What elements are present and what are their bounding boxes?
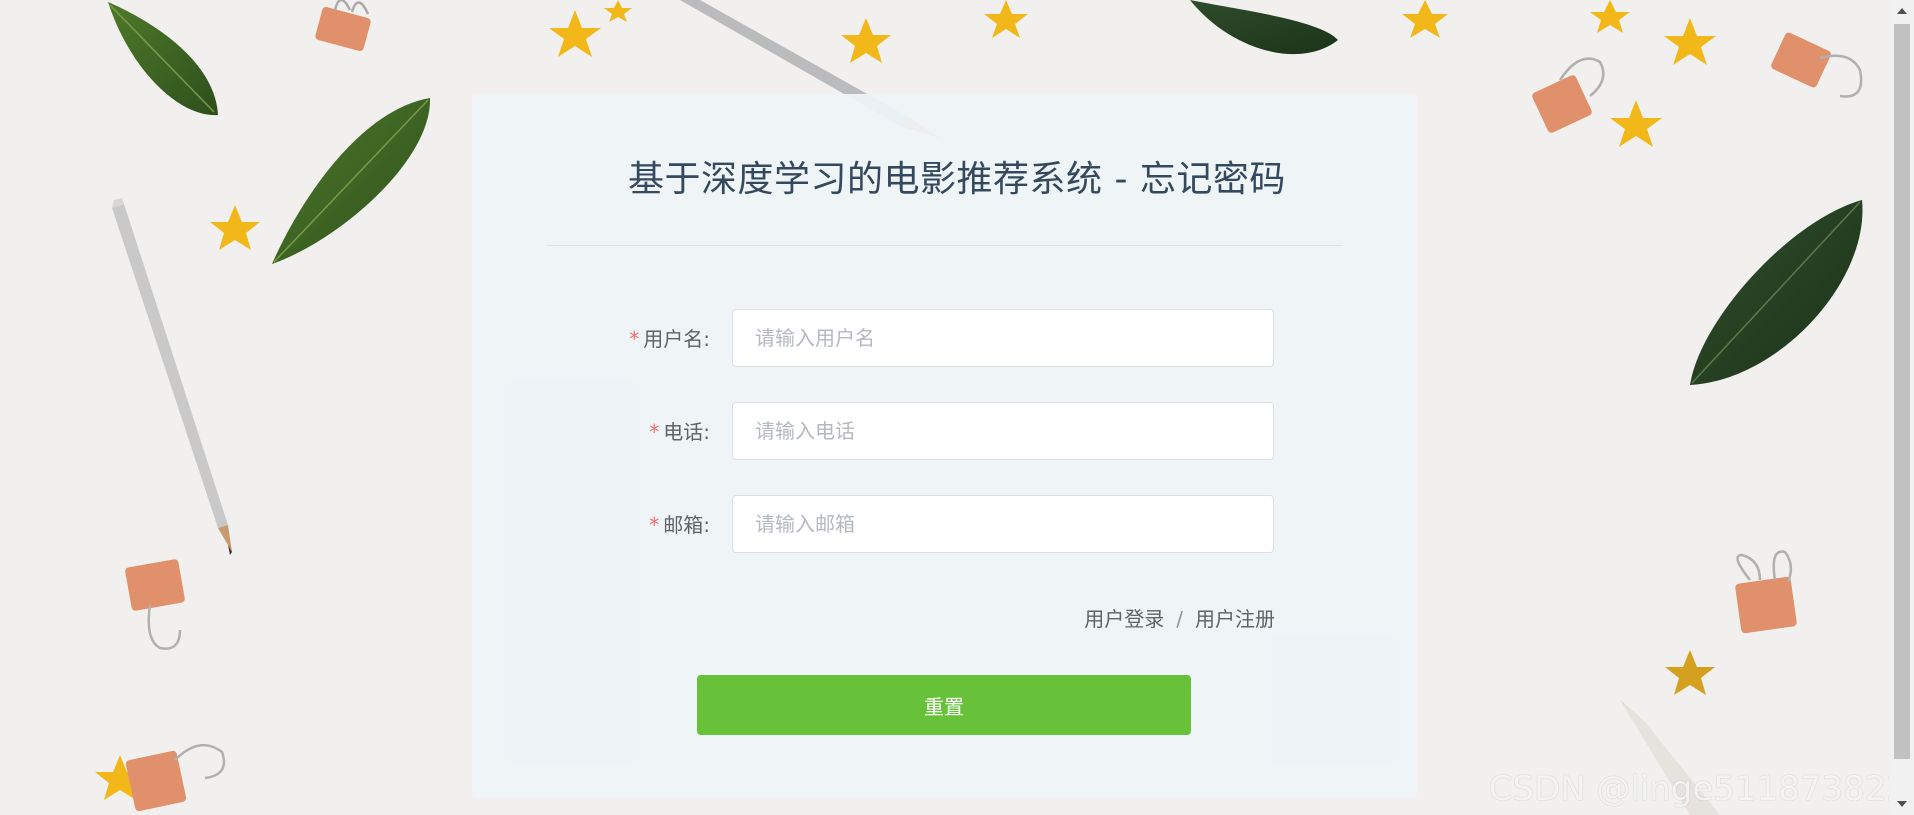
paper-clip-icon [315, 0, 371, 51]
username-label-text: 用户名: [643, 327, 710, 351]
pencil-icon [112, 198, 232, 555]
page-title: 基于深度学习的电影推荐系统 - 忘记密码 [628, 159, 1286, 200]
scrollbar-thumb[interactable] [1894, 24, 1910, 759]
vertical-scrollbar[interactable] [1890, 0, 1914, 815]
email-input[interactable] [732, 495, 1274, 553]
phone-input[interactable] [732, 402, 1274, 460]
scroll-down-icon[interactable] [1897, 801, 1907, 807]
username-input[interactable] [732, 309, 1274, 367]
link-separator: / [1176, 607, 1183, 631]
email-label-text: 邮箱: [663, 513, 710, 537]
phone-label: * 电话: [580, 402, 710, 462]
login-link[interactable]: 用户登录 [1084, 607, 1164, 631]
leaf-icon [108, 2, 218, 116]
paper-clip-icon [1771, 32, 1863, 98]
username-row: * 用户名: [580, 309, 1275, 369]
username-label: * 用户名: [580, 309, 710, 369]
paper-clip-icon [1735, 550, 1797, 634]
paper-clip-icon [125, 743, 226, 812]
scroll-up-icon[interactable] [1897, 8, 1907, 14]
email-row: * 邮箱: [580, 495, 1275, 555]
phone-row: * 电话: [580, 402, 1275, 462]
title-divider [547, 245, 1343, 246]
required-mark: * [649, 513, 660, 537]
leaf-icon [1690, 200, 1863, 385]
leaf-icon [1190, 0, 1338, 55]
paper-clip-icon [1532, 57, 1605, 133]
required-mark: * [629, 327, 640, 351]
register-link[interactable]: 用户注册 [1195, 607, 1275, 631]
reset-button[interactable]: 重置 [697, 675, 1191, 735]
watermark: CSDN @linge511873822 [1488, 769, 1908, 809]
paper-clip-icon [125, 559, 185, 650]
auth-links: 用户登录 / 用户注册 [1084, 603, 1275, 632]
phone-label-text: 电话: [663, 420, 710, 444]
required-mark: * [649, 420, 660, 444]
email-label: * 邮箱: [580, 495, 710, 555]
